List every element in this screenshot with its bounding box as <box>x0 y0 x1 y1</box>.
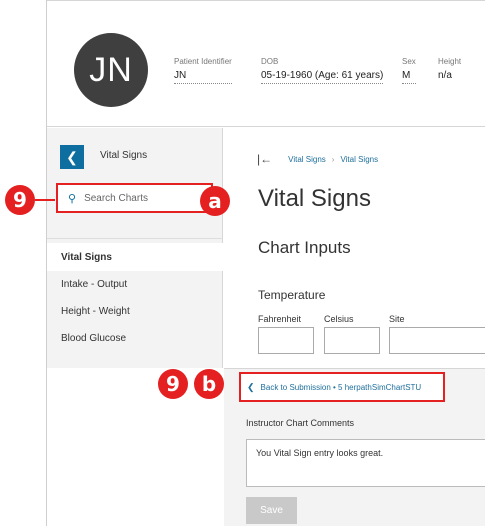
dob-label: DOB <box>261 57 279 66</box>
comments-label: Instructor Chart Comments <box>246 418 355 428</box>
site-label: Site <box>389 314 405 324</box>
page-title: Vital Signs <box>258 185 371 212</box>
main-content: |← Vital Signs › Vital Signs Vital Signs… <box>224 128 485 368</box>
sidebar-item-label: Blood Glucose <box>61 333 127 344</box>
height-label: Height <box>438 57 462 66</box>
section-title: Chart Inputs <box>258 238 351 257</box>
sidebar-item-height-weight[interactable]: Height - Weight <box>47 298 223 325</box>
sidebar-item-vital-signs[interactable]: Vital Signs <box>47 243 223 271</box>
sidebar-back-button[interactable]: ❮ <box>60 145 84 169</box>
save-button[interactable]: Save <box>246 497 297 524</box>
height-value: n/a <box>438 70 452 81</box>
sidebar-item-blood-glucose[interactable]: Blood Glucose <box>47 325 223 352</box>
celsius-label: Celsius <box>324 314 354 324</box>
chevron-left-icon: ❮ <box>66 148 78 165</box>
breadcrumb-link[interactable]: Vital Signs <box>340 155 378 164</box>
annotation-connector <box>35 199 55 201</box>
step-badge: 9 <box>158 369 188 399</box>
sex-value: M <box>402 70 416 84</box>
collapse-left-icon[interactable]: |← <box>257 152 272 166</box>
sidebar-list: Vital Signs Intake - Output Height - Wei… <box>47 243 223 352</box>
sidebar-divider <box>47 238 223 239</box>
patient-identifier-field: Patient Identifier JN <box>174 57 232 84</box>
sex-label: Sex <box>402 57 416 66</box>
avatar: JN <box>74 33 148 107</box>
patient-header: JN Patient Identifier JN DOB 05-19-1960 … <box>47 0 485 127</box>
site-select[interactable] <box>389 327 485 354</box>
breadcrumb-separator-icon: › <box>331 154 335 164</box>
step-badge: 9 <box>5 185 35 215</box>
sidebar-item-label: Height - Weight <box>61 306 130 317</box>
patient-identifier-value: JN <box>174 70 232 84</box>
fahrenheit-label: Fahrenheit <box>258 314 302 324</box>
breadcrumb-link[interactable]: Vital Signs <box>288 155 326 164</box>
search-input[interactable]: ⚲ Search Charts <box>56 183 213 213</box>
breadcrumb: |← Vital Signs › Vital Signs <box>257 152 378 166</box>
sidebar-item-label: Intake - Output <box>61 279 128 290</box>
search-icon: ⚲ <box>68 192 77 205</box>
height-field: Height n/a <box>438 57 461 83</box>
chevron-left-icon: ❮ <box>247 381 255 392</box>
submission-panel: ❮ Back to Submission • 5 herpathSimChart… <box>224 368 485 526</box>
search-placeholder: Search Charts <box>84 192 148 204</box>
app-frame: JN Patient Identifier JN DOB 05-19-1960 … <box>46 0 485 526</box>
sex-field: Sex M <box>402 57 416 84</box>
annotation-badge-b: b <box>194 369 224 399</box>
back-to-submission-link[interactable]: ❮ Back to Submission • 5 herpathSimChart… <box>239 372 445 402</box>
dob-value: 05-19-1960 (Age: 61 years) <box>261 70 384 84</box>
fahrenheit-input[interactable] <box>258 327 314 354</box>
annotation-badge-a: a <box>200 186 230 216</box>
sidebar: ❮ Vital Signs ⚲ Search Charts Vital Sign… <box>47 128 223 368</box>
dob-field: DOB 05-19-1960 (Age: 61 years) <box>261 57 384 84</box>
back-to-submission-text: Back to Submission • 5 herpathSimChartST… <box>260 382 422 392</box>
sidebar-title: Vital Signs <box>100 150 148 161</box>
celsius-input[interactable] <box>324 327 380 354</box>
patient-identifier-label: Patient Identifier <box>174 57 232 66</box>
sidebar-item-intake-output[interactable]: Intake - Output <box>47 271 223 298</box>
comments-textarea[interactable]: You Vital Sign entry looks great. <box>246 439 485 487</box>
temperature-heading: Temperature <box>258 288 326 302</box>
sidebar-item-label: Vital Signs <box>61 251 112 263</box>
